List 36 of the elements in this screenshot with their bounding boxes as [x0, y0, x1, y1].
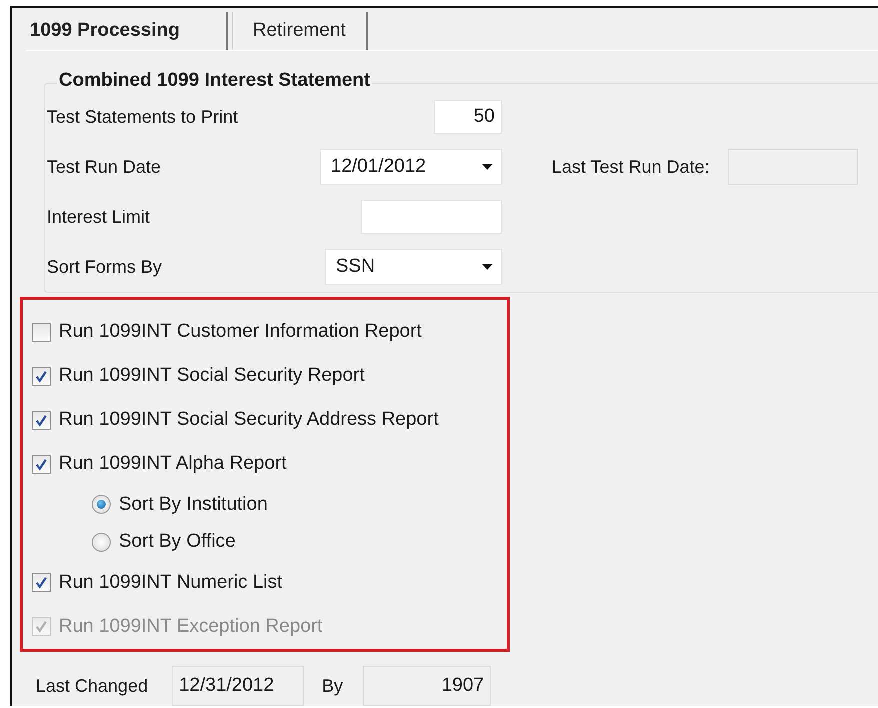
readonly-field: 12/31/2012 — [172, 666, 304, 706]
field-label: Last Changed — [36, 676, 148, 696]
checkbox-label: Run 1099INT Social Security Address Report — [59, 409, 439, 432]
checkbox[interactable] — [32, 454, 51, 474]
check-icon — [35, 414, 48, 427]
radio-label: Sort By Institution — [119, 494, 268, 516]
field-label: Last Test Run Date: — [552, 156, 710, 178]
checkbox[interactable] — [32, 322, 51, 342]
field-label: Sort Forms By — [46, 256, 164, 278]
field-label: Test Run Date — [46, 156, 162, 178]
checkbox-label: Run 1099INT Alpha Report — [59, 453, 287, 476]
check-icon — [35, 620, 48, 634]
checkbox[interactable] — [32, 366, 51, 386]
check-icon — [35, 458, 48, 471]
readonly-field: 1907 — [363, 666, 492, 706]
sort-dropdown[interactable]: SSN — [325, 249, 502, 285]
radio-label: Sort By Office — [119, 531, 236, 554]
field-label: Interest Limit — [46, 206, 152, 228]
caret-icon — [482, 164, 493, 170]
checkbox[interactable] — [32, 573, 51, 592]
radio-button[interactable] — [92, 495, 111, 514]
checkbox-label: Run 1099INT Numeric List — [59, 572, 283, 594]
checkbox[interactable] — [32, 410, 51, 430]
checkbox-label: Run 1099INT Social Security Report — [59, 365, 365, 388]
input-field[interactable] — [361, 200, 502, 234]
check-icon — [35, 576, 48, 590]
checkbox-label: Run 1099INT Exception Report — [59, 616, 323, 638]
number-field[interactable]: 50 — [434, 100, 502, 134]
date-dropdown[interactable]: 12/01/2012 — [320, 149, 502, 185]
field-label: By — [322, 676, 344, 696]
check-icon — [35, 370, 48, 383]
checkbox-label: Run 1099INT Customer Information Report — [59, 321, 422, 343]
radio-button[interactable] — [92, 532, 111, 552]
caret-icon — [482, 264, 493, 270]
field-label: Test Statements to Print — [46, 106, 240, 128]
tab[interactable]: Retirement — [232, 12, 368, 50]
